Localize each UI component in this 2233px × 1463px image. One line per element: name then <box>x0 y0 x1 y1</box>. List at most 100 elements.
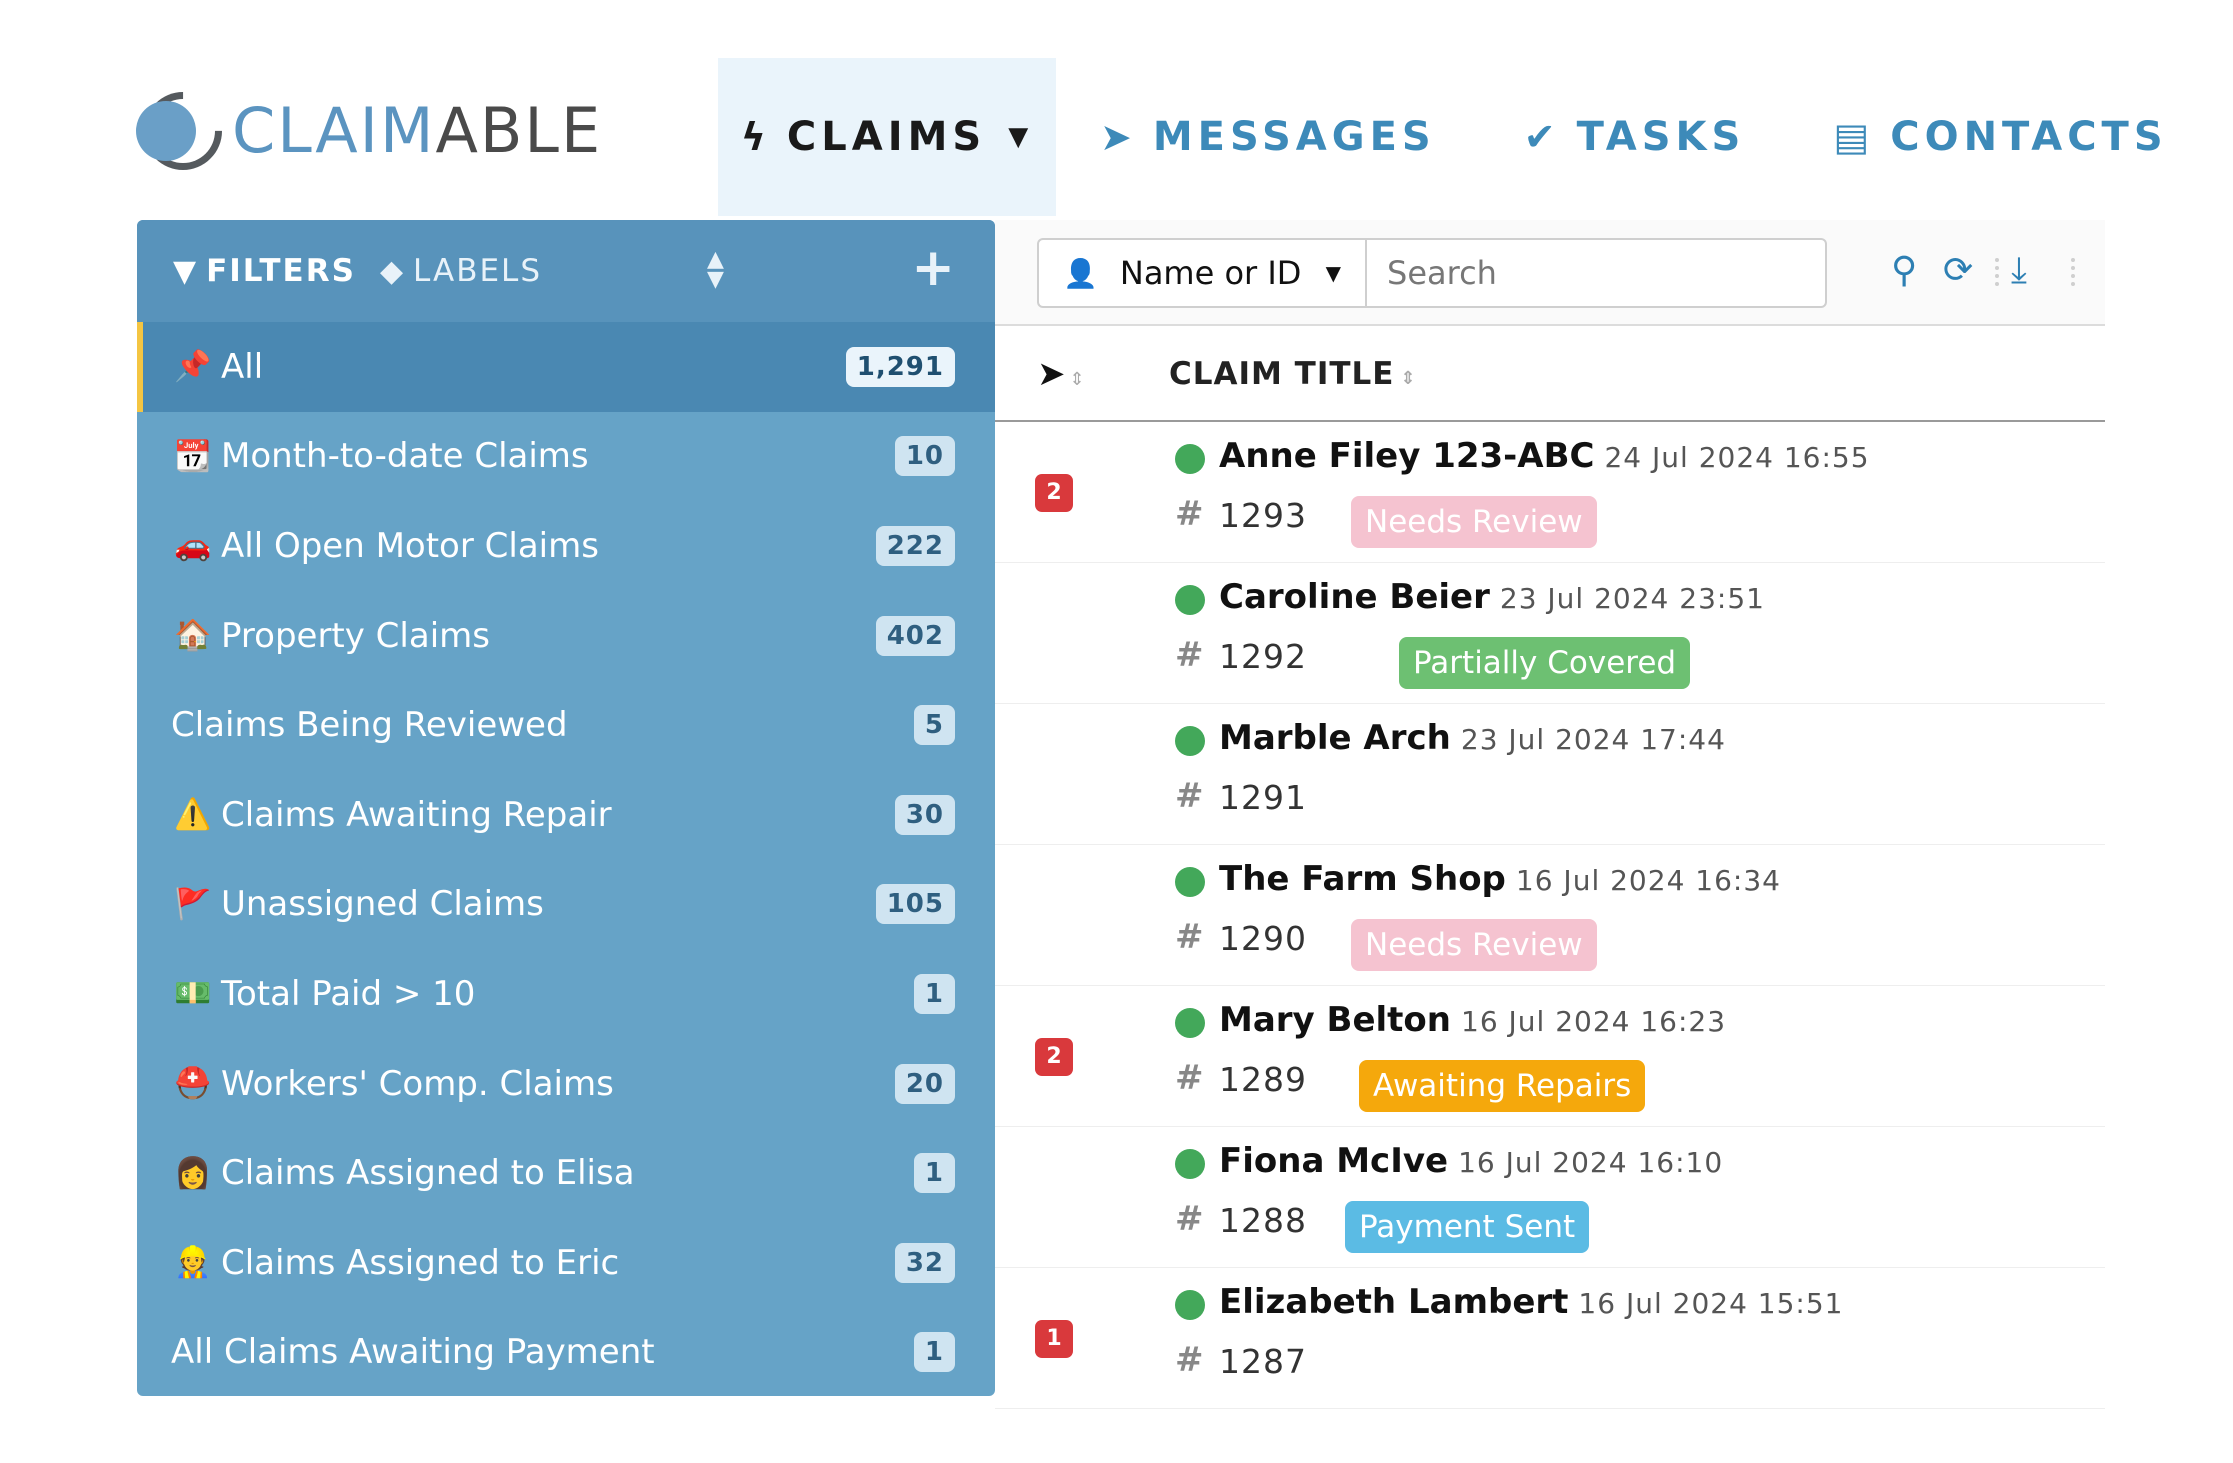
table-row[interactable]: The Farm Shop 16 Jul 2024 16:34 #1290 Needs… <box>995 845 2105 986</box>
app-logo[interactable]: CLAIMABLE <box>127 75 602 187</box>
claim-title[interactable]: Anne Filey 123-ABC 24 Jul 2024 16:55 <box>1219 436 1870 476</box>
tab-labels[interactable]: ◆ LABELS <box>380 253 542 289</box>
claim-date: 16 Jul 2024 16:23 <box>1461 1005 1727 1038</box>
unread-message-badge: 1 <box>1035 1320 1073 1358</box>
status-label[interactable]: Partially Covered <box>1399 637 1691 689</box>
sidebar-item[interactable]: 🚗 All Open Motor Claims 222 <box>137 501 995 591</box>
count-badge: 5 <box>913 705 955 746</box>
table-row[interactable]: 1 Elizabeth Lambert 16 Jul 2024 15:51 #1287 <box>995 1268 2105 1409</box>
claim-title[interactable]: The Farm Shop 16 Jul 2024 16:34 <box>1219 859 1781 899</box>
refresh-icon[interactable]: ⟳ <box>1943 250 1973 291</box>
sidebar-item[interactable]: ⛑️ Workers' Comp. Claims 20 <box>137 1039 995 1129</box>
count-badge: 105 <box>875 884 955 925</box>
count-badge: 30 <box>894 794 955 835</box>
search-input[interactable] <box>1367 238 1827 308</box>
sidebar-item-label: Unassigned Claims <box>221 884 544 925</box>
messages-column-header[interactable]: ➤ ⇕ <box>1037 354 1085 394</box>
sidebar-item-label: All <box>221 346 264 387</box>
main-nav: ϟ CLAIMS ▼ ➤ MESSAGES ✔ TASKS ▤ CONTACTS <box>718 58 2212 216</box>
table-row[interactable]: Marble Arch 23 Jul 2024 17:44 #1291 <box>995 704 2105 845</box>
download-icon[interactable]: ⤓ <box>2011 250 2027 292</box>
status-dot-icon <box>1175 1290 1205 1320</box>
sidebar-item-label: Month-to-date Claims <box>221 436 589 477</box>
claim-id: 1289 <box>1219 1060 1307 1099</box>
claim-date: 16 Jul 2024 16:10 <box>1458 1146 1724 1179</box>
sidebar-item[interactable]: 🏠 Property Claims 402 <box>137 591 995 681</box>
sidebar-header: ▼ FILTERS ◆ LABELS ▲ ▼ + <box>137 220 995 322</box>
table-row[interactable]: 2 Anne Filey 123-ABC 24 Jul 2024 16:55 #129… <box>995 422 2105 563</box>
status-label[interactable]: Awaiting Repairs <box>1359 1060 1646 1112</box>
count-badge: 10 <box>894 436 955 477</box>
claim-title[interactable]: Caroline Beier 23 Jul 2024 23:51 <box>1219 577 1765 617</box>
sidebar-item[interactable]: 💵 Total Paid > 10 1 <box>137 949 995 1039</box>
sort-icon[interactable]: ▲ ▼ <box>707 249 724 291</box>
status-dot-icon <box>1175 585 1205 615</box>
chevron-down-icon: ▼ <box>1325 261 1341 285</box>
claim-title[interactable]: Fiona McIve 16 Jul 2024 16:10 <box>1219 1141 1723 1181</box>
count-badge: 1 <box>913 973 955 1014</box>
status-label[interactable]: Needs Review <box>1351 919 1597 971</box>
hash-icon: # <box>1175 494 1204 534</box>
sidebar-item[interactable]: 📆 Month-to-date Claims 10 <box>137 412 995 502</box>
search-icon[interactable]: ⚲ <box>1891 250 1917 291</box>
claim-date: 23 Jul 2024 23:51 <box>1499 582 1765 615</box>
count-badge: 402 <box>875 615 955 656</box>
sidebar-item[interactable]: ⚠️ Claims Awaiting Repair 30 <box>137 770 995 860</box>
claim-title[interactable]: Marble Arch 23 Jul 2024 17:44 <box>1219 718 1726 758</box>
nav-tasks[interactable]: ✔ TASKS <box>1480 58 1790 216</box>
nav-messages[interactable]: ➤ MESSAGES <box>1056 58 1480 216</box>
claims-list: 2 Anne Filey 123-ABC 24 Jul 2024 16:55 #129… <box>995 422 2105 1409</box>
hash-icon: # <box>1175 917 1204 957</box>
tab-filters[interactable]: ▼ FILTERS <box>173 253 356 289</box>
paper-plane-icon: ➤ <box>1100 115 1137 159</box>
table-row[interactable]: Caroline Beier 23 Jul 2024 23:51 #1292 Part… <box>995 563 2105 704</box>
claim-name: Caroline Beier <box>1219 577 1490 617</box>
sidebar-item-label: All Open Motor Claims <box>221 525 599 566</box>
claim-name: The Farm Shop <box>1219 859 1506 899</box>
count-badge: 32 <box>894 1242 955 1283</box>
sidebar-item[interactable]: 👩 Claims Assigned to Elisa 1 <box>137 1128 995 1218</box>
sidebar-item[interactable]: 📌 All 1,291 <box>137 322 995 412</box>
sidebar-item-label: Claims Assigned to Eric <box>221 1242 620 1283</box>
sidebar-item[interactable]: 🚩 Unassigned Claims 105 <box>137 860 995 950</box>
filters-sidebar: ▼ FILTERS ◆ LABELS ▲ ▼ + 📌 All 1,291 📆 Month-… <box>137 220 995 1396</box>
claim-date: 16 Jul 2024 15:51 <box>1578 1287 1844 1320</box>
sidebar-item-label: All Claims Awaiting Payment <box>171 1332 655 1373</box>
claim-title[interactable]: Elizabeth Lambert 16 Jul 2024 15:51 <box>1219 1282 1843 1322</box>
claim-id: 1287 <box>1219 1342 1307 1381</box>
sort-icon: ⇕ <box>1069 369 1085 390</box>
unread-message-badge: 2 <box>1035 1038 1073 1076</box>
status-label[interactable]: Needs Review <box>1351 496 1597 548</box>
logo-icon <box>127 75 239 187</box>
add-filter-button[interactable]: + <box>911 238 955 298</box>
hash-icon: # <box>1175 1340 1204 1380</box>
claim-title-column-label: CLAIM TITLE <box>1169 356 1395 392</box>
nav-claims-label: CLAIMS <box>786 114 987 160</box>
nav-claims[interactable]: ϟ CLAIMS ▼ <box>718 58 1056 216</box>
hash-icon: # <box>1175 635 1204 675</box>
claim-id: 1290 <box>1219 919 1307 958</box>
car-icon: 🚗 <box>174 528 212 564</box>
check-icon: ✔ <box>1523 115 1561 159</box>
person-icon: 👩 <box>174 1155 212 1191</box>
status-dot-icon <box>1175 444 1205 474</box>
nav-contacts[interactable]: ▤ CONTACTS <box>1789 58 2211 216</box>
claim-id: 1291 <box>1219 778 1307 817</box>
search-field-select[interactable]: 👤 Name or ID ▼ <box>1037 238 1367 308</box>
sidebar-item[interactable]: All Claims Awaiting Payment 1 <box>137 1308 995 1396</box>
claim-id: 1288 <box>1219 1201 1307 1240</box>
sidebar-item[interactable]: Claims Being Reviewed 5 <box>137 680 995 770</box>
claim-date: 23 Jul 2024 17:44 <box>1460 723 1726 756</box>
sidebar-item[interactable]: 👷 Claims Assigned to Eric 32 <box>137 1218 995 1308</box>
search-field-value: Name or ID <box>1119 254 1302 292</box>
status-dot-icon <box>1175 726 1205 756</box>
hash-icon: # <box>1175 776 1204 816</box>
status-dot-icon <box>1175 1008 1205 1038</box>
claim-name: Marble Arch <box>1219 718 1451 758</box>
status-label[interactable]: Payment Sent <box>1345 1201 1590 1253</box>
table-row[interactable]: 2 Mary Belton 16 Jul 2024 16:23 #1289 Awaiti… <box>995 986 2105 1127</box>
claim-title-column-header[interactable]: CLAIM TITLE ⇕ <box>1169 356 1417 392</box>
table-row[interactable]: Fiona McIve 16 Jul 2024 16:10 #1288 Payment… <box>995 1127 2105 1268</box>
claim-title[interactable]: Mary Belton 16 Jul 2024 16:23 <box>1219 1000 1726 1040</box>
unread-message-badge: 2 <box>1035 474 1073 512</box>
